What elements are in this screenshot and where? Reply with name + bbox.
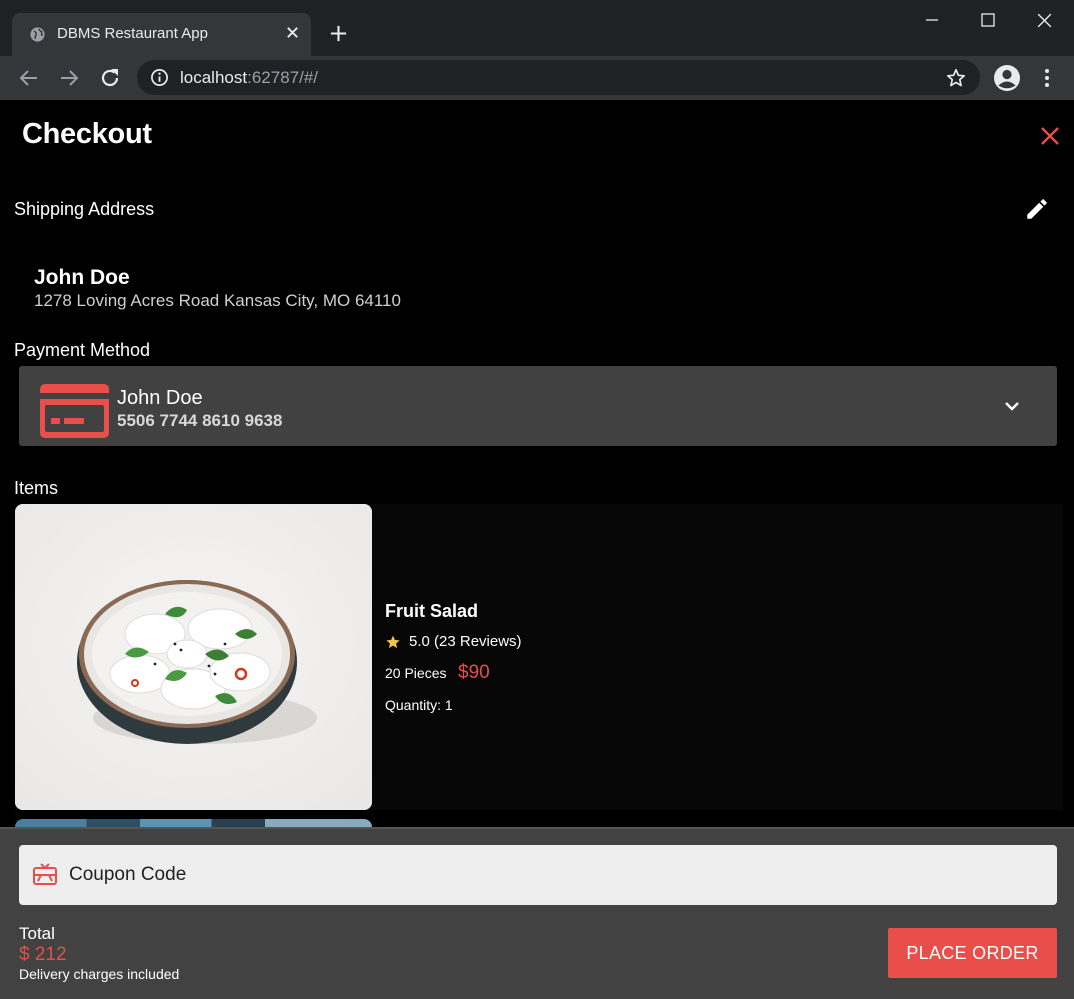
item-name: Fruit Salad	[385, 601, 479, 621]
plus-icon[interactable]	[329, 24, 348, 43]
item-quantity: Quantity: 1	[385, 697, 453, 713]
back-arrow-icon[interactable]	[17, 66, 41, 90]
url-text: localhost:62787/#/	[180, 68, 318, 88]
card-number: 5506 7744 8610 9638	[117, 411, 283, 430]
payment-method-label: Payment Method	[14, 340, 151, 360]
delivery-note: Delivery charges included	[19, 966, 180, 982]
cart-item[interactable]: Fruit Salad 5.0 (23 Reviews) 20 Pieces $…	[15, 504, 1063, 810]
star-icon	[386, 635, 400, 648]
close-icon[interactable]	[285, 25, 300, 40]
place-order-button[interactable]: PLACE ORDER	[888, 928, 1057, 978]
credit-card-icon	[40, 384, 109, 438]
kebab-menu-icon[interactable]	[1036, 66, 1058, 90]
forward-arrow-icon[interactable]	[57, 66, 81, 90]
item-pieces: 20 Pieces	[385, 665, 447, 681]
address-bar[interactable]: localhost:62787/#/	[137, 60, 980, 95]
items-label: Items	[14, 478, 59, 498]
checkout-bar: Total $ 212 Delivery charges included PL…	[0, 827, 1074, 999]
star-outline-icon[interactable]	[945, 67, 967, 89]
tab-title: DBMS Restaurant App	[57, 25, 208, 42]
payment-method-dropdown[interactable]: John Doe 5506 7744 8610 9638	[19, 366, 1057, 446]
gift-card-icon	[33, 863, 57, 885]
globe-icon	[30, 27, 45, 42]
browser-toolbar: localhost:62787/#/	[0, 56, 1074, 100]
url-host: localhost	[180, 68, 248, 87]
card-holder-name: John Doe	[117, 387, 203, 409]
total-value: $ 212	[19, 944, 67, 965]
pencil-icon[interactable]	[1024, 196, 1050, 222]
url-path: :62787/#/	[247, 68, 319, 87]
coupon-field[interactable]	[19, 845, 1057, 905]
minimize-icon[interactable]	[924, 12, 940, 28]
item-price: $90	[458, 662, 490, 683]
browser-tab[interactable]: DBMS Restaurant App	[12, 13, 311, 56]
dumplings-bowl-image	[15, 504, 372, 810]
shipping-name: John Doe	[34, 266, 130, 289]
page-title: Checkout	[22, 118, 152, 150]
item-rating: 5.0 (23 Reviews)	[385, 633, 522, 650]
browser-titlebar: DBMS Restaurant App	[0, 0, 1074, 56]
close-icon[interactable]	[1036, 12, 1053, 29]
shipping-address-label: Shipping Address	[14, 199, 155, 219]
shipping-address: 1278 Loving Acres Road Kansas City, MO 6…	[34, 291, 401, 310]
info-icon[interactable]	[150, 68, 169, 87]
chevron-down-icon[interactable]	[1002, 396, 1022, 416]
profile-icon[interactable]	[993, 64, 1021, 92]
close-icon[interactable]	[1039, 125, 1061, 147]
rating-text: 5.0 (23 Reviews)	[409, 633, 522, 650]
food-photo	[15, 504, 372, 810]
total-label: Total	[19, 924, 55, 943]
coupon-input[interactable]	[69, 845, 1039, 905]
maximize-icon[interactable]	[980, 12, 996, 28]
reload-icon[interactable]	[98, 66, 122, 90]
